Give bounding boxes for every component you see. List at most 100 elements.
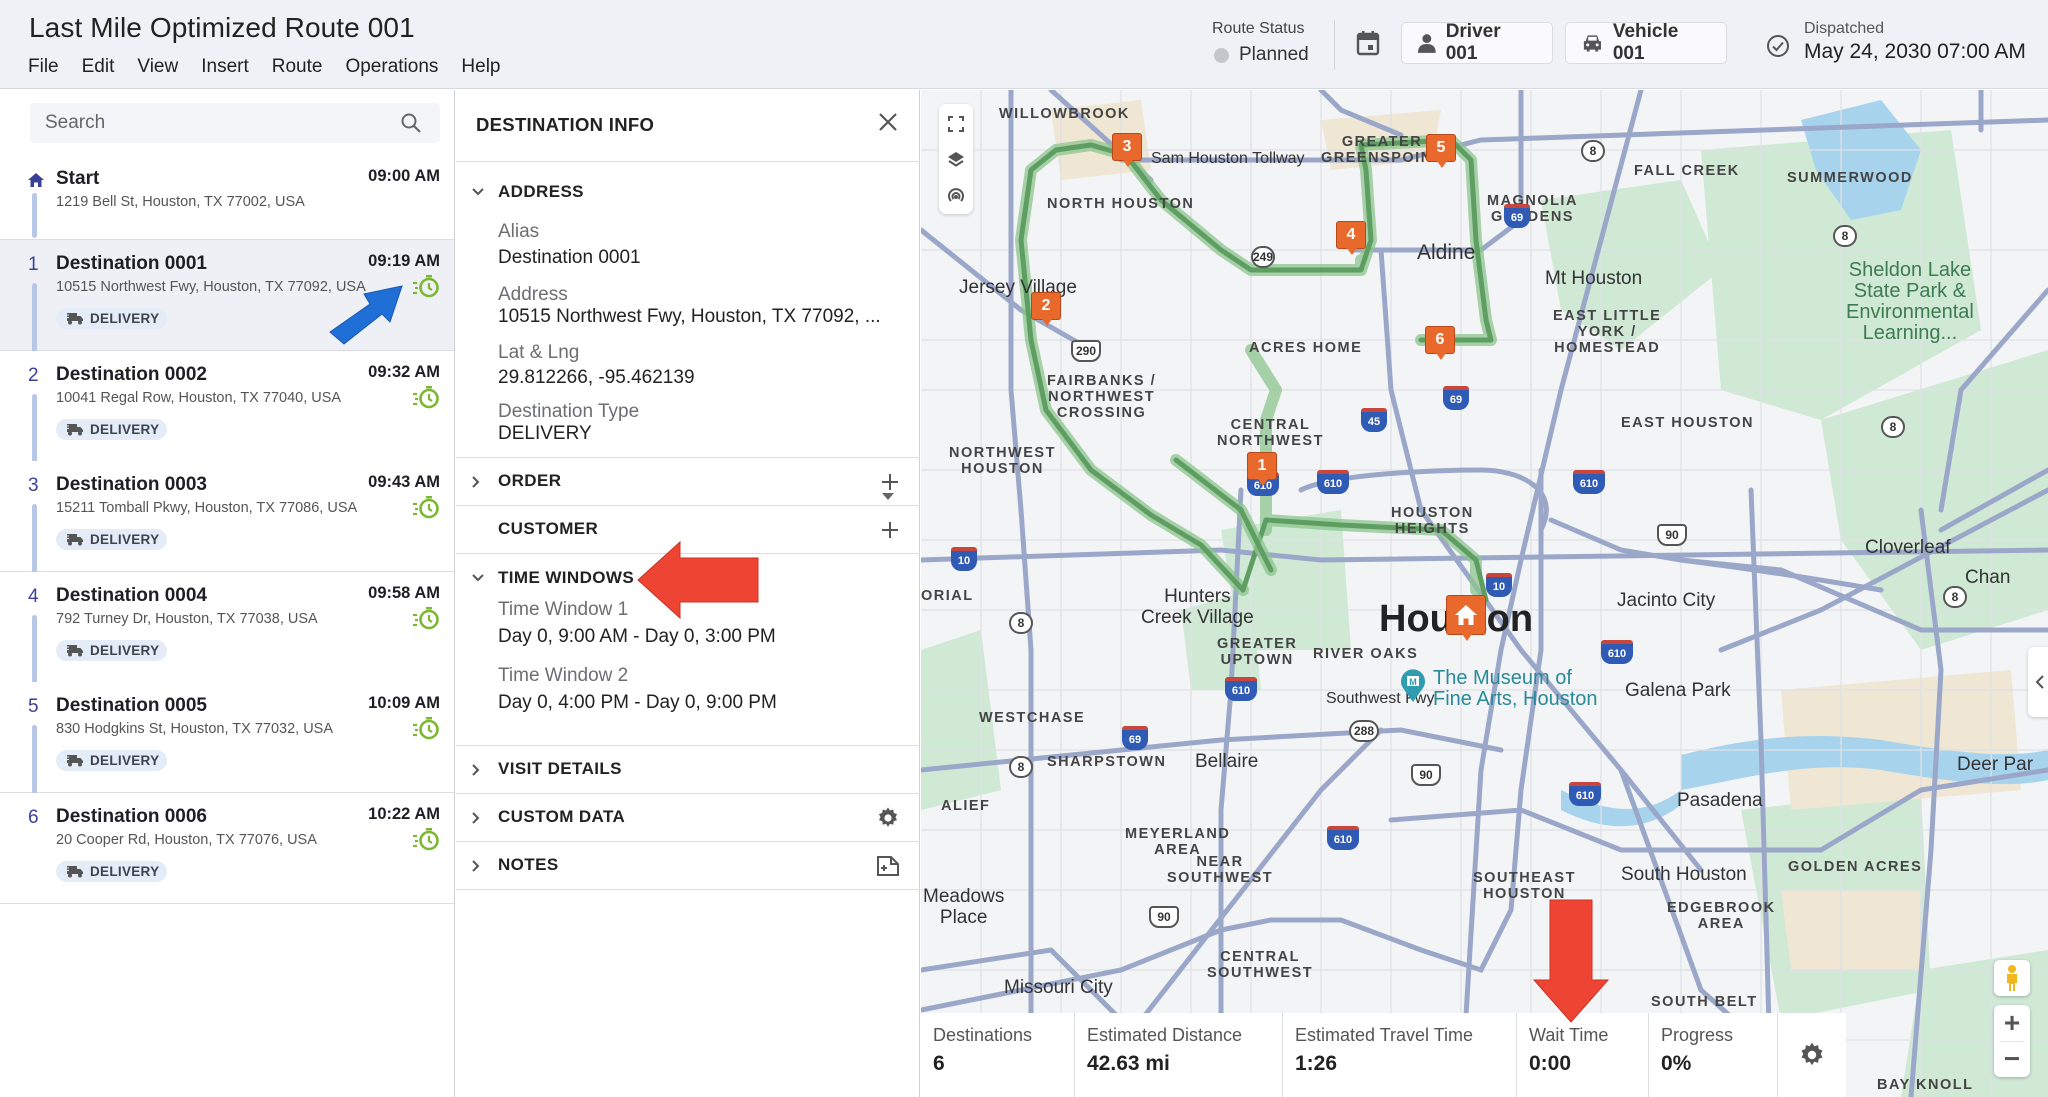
chevron-right-icon[interactable] [470,810,482,826]
menu-file[interactable]: File [28,56,59,78]
gear-icon[interactable] [876,806,900,830]
latlng-value[interactable]: 29.812266, -95.462139 [498,367,695,389]
stop-number: 6 [28,807,39,828]
stats-settings-button[interactable] [1778,1013,1846,1097]
time-window-icon[interactable] [412,495,440,519]
destination-type-badge: DELIVERY [56,640,168,661]
time-window-indicator[interactable] [412,716,440,745]
stop-list-item[interactable]: 4 DELIVERY Destination 0004 792 Turney Dr, … [0,572,454,684]
street-view-button[interactable] [1994,960,2030,996]
alias-label: Alias [498,221,540,242]
route-rail [32,615,37,684]
section-order[interactable]: ORDER [456,458,920,506]
destination-type-badge: DELIVERY [56,308,168,329]
chevron-down-icon[interactable] [470,186,486,198]
truck-icon [66,755,83,767]
highway-shield: 69 [1443,386,1469,410]
calendar-button[interactable] [1356,30,1382,58]
section-title[interactable]: ADDRESS [498,182,584,202]
layers-icon[interactable] [946,150,966,170]
time-window-icon[interactable] [412,385,440,409]
route-marker-2[interactable]: 2 [1031,292,1061,326]
time-window-value[interactable]: Day 0, 4:00 PM - Day 0, 9:00 PM [498,692,777,714]
stop-list-item[interactable]: 2 DELIVERY Destination 0002 10041 Regal Row… [0,351,454,463]
menu-operations[interactable]: Operations [345,56,438,78]
collapse-panel-button[interactable] [2028,647,2048,717]
stop-time: 10:09 AM [368,694,440,712]
chevron-right-icon[interactable] [470,474,482,490]
chevron-right-icon[interactable] [470,858,482,874]
route-marker-4[interactable]: 4 [1336,221,1366,255]
stop-name: Destination 0002 [56,364,207,385]
menu-bar: File Edit View Insert Route Operations H… [28,56,500,78]
menu-help[interactable]: Help [461,56,500,78]
badge-label: DELIVERY [90,753,160,768]
museum-pin-icon[interactable]: M [1399,668,1427,702]
search-input[interactable] [30,103,440,143]
stop-list-item[interactable]: 6 DELIVERY Destination 0006 20 Cooper Rd, H… [0,793,454,904]
add-note-icon[interactable] [876,855,900,877]
route-status[interactable]: Route Status Planned [1212,20,1309,66]
section-custom-data[interactable]: CUSTOM DATA [456,794,920,842]
time-window-value[interactable]: Day 0, 9:00 AM - Day 0, 3:00 PM [498,626,776,648]
time-window-indicator[interactable] [412,274,440,303]
highway-shield: 90 [1149,906,1179,928]
time-window-icon[interactable] [412,716,440,740]
menu-edit[interactable]: Edit [82,56,115,78]
menu-view[interactable]: View [137,56,178,78]
route-marker-5[interactable]: 5 [1426,134,1456,168]
close-icon[interactable] [878,112,898,132]
stop-number: 1 [28,254,39,275]
time-window-indicator[interactable] [412,495,440,524]
section-customer[interactable]: CUSTOMER [456,506,920,554]
stop-address: 10041 Regal Row, Houston, TX 77040, USA [56,390,342,406]
truck-icon [66,866,83,878]
route-map[interactable]: WILLOWBROOK NORTH HOUSTON Jersey Village… [921,90,2048,1097]
time-window-indicator[interactable] [412,606,440,635]
destination-type-badge: DELIVERY [56,750,168,771]
route-marker-6[interactable]: 6 [1425,326,1455,360]
route-marker-3[interactable]: 3 [1112,133,1142,167]
route-status-label: Route Status [1212,20,1305,37]
time-window-icon[interactable] [412,274,440,298]
stop-name: Destination 0003 [56,474,207,495]
stop-list-item[interactable]: 1 DELIVERY Destination 0001 10515 Northwest… [0,240,454,352]
address-value[interactable]: 10515 Northwest Fwy, Houston, TX 77092, … [498,306,881,328]
stop-list-item[interactable]: 5 DELIVERY Destination 0005 830 Hodgkins St… [0,682,454,794]
stop-address: 1219 Bell St, Houston, TX 77002, USA [56,194,305,210]
route-marker-start[interactable] [1446,595,1486,641]
search-icon[interactable] [400,112,422,134]
fullscreen-icon[interactable] [946,114,966,134]
route-title[interactable]: Last Mile Optimized Route 001 [29,12,415,44]
driver-button[interactable]: Driver 001 [1401,21,1553,64]
plus-icon[interactable] [880,472,900,492]
stop-name: Destination 0006 [56,806,207,827]
stop-list-item[interactable]: 3 DELIVERY Destination 0003 15211 Tomball P… [0,461,454,573]
section-notes[interactable]: NOTES [456,842,920,890]
section-title[interactable]: TIME WINDOWS [498,568,634,588]
stat-label: Progress [1661,1025,1734,1045]
time-window-indicator[interactable] [412,385,440,414]
stat-value: 6 [933,1052,945,1075]
highway-shield: 610 [1569,782,1601,806]
menu-route[interactable]: Route [272,56,323,78]
alias-value[interactable]: Destination 0001 [498,247,641,269]
menu-insert[interactable]: Insert [201,56,249,78]
time-window-icon[interactable] [412,606,440,630]
section-visit-details[interactable]: VISIT DETAILS [456,746,920,794]
dispatched-info: Dispatched May 24, 2030 07:00 AM [1766,20,2026,64]
route-marker-1[interactable]: 1 [1247,452,1277,486]
stop-list-item-start[interactable]: Start 1219 Bell St, Houston, TX 77002, US… [0,155,454,240]
time-window-icon[interactable] [412,827,440,851]
header-divider [1334,20,1335,70]
stop-name: Destination 0004 [56,585,207,606]
truck-icon [66,645,83,657]
tracking-icon[interactable] [946,186,966,206]
destination-type-select[interactable]: DELIVERY [498,423,592,445]
chevron-right-icon[interactable] [470,762,482,778]
chevron-down-icon[interactable] [470,572,486,584]
time-window-indicator[interactable] [412,827,440,856]
plus-icon[interactable] [880,520,900,540]
truck-icon [66,313,83,325]
vehicle-button[interactable]: Vehicle 001 [1565,21,1727,64]
